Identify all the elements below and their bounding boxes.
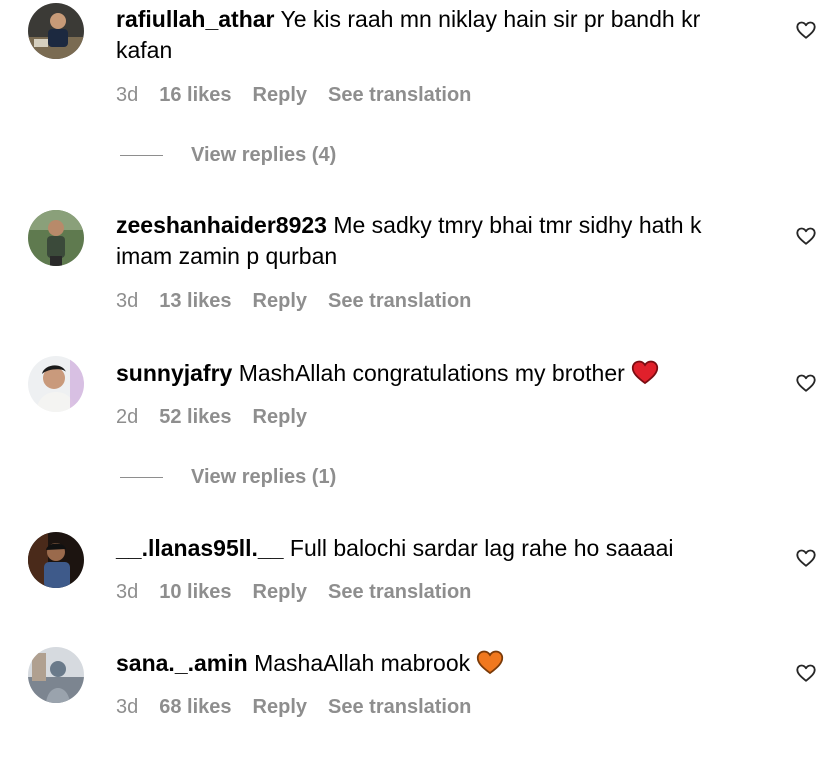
avatar[interactable] — [28, 3, 84, 59]
reply-button[interactable]: Reply — [253, 290, 307, 313]
view-replies-label[interactable]: View replies (4) — [191, 144, 336, 167]
avatar[interactable] — [28, 210, 84, 266]
comment-text: sana._.amin MashaAllah mabrook — [116, 648, 756, 679]
comment-time[interactable]: 2d — [116, 406, 138, 429]
see-translation-button[interactable]: See translation — [328, 84, 471, 107]
see-translation-button[interactable]: See translation — [328, 696, 471, 719]
reply-button[interactable]: Reply — [253, 84, 307, 107]
username-link[interactable]: __.llanas95ll.__ — [116, 535, 284, 561]
view-replies[interactable]: View replies (1) — [120, 466, 336, 489]
reply-button[interactable]: Reply — [253, 581, 307, 604]
red-heart-emoji — [631, 360, 658, 385]
reply-button[interactable]: Reply — [253, 406, 307, 429]
likes-count[interactable]: 13 likes — [159, 290, 231, 313]
username-link[interactable]: rafiullah_athar — [116, 6, 275, 32]
heart-outline-icon[interactable] — [795, 662, 817, 684]
likes-count[interactable]: 52 likes — [159, 406, 231, 429]
reply-button[interactable]: Reply — [253, 696, 307, 719]
heart-outline-icon[interactable] — [795, 372, 817, 394]
view-replies-label[interactable]: View replies (1) — [191, 466, 336, 489]
comment-text: __.llanas95ll.__ Full balochi sardar lag… — [116, 533, 756, 564]
comment-body: MashAllah congratulations my brother — [238, 360, 625, 386]
likes-count[interactable]: 10 likes — [159, 581, 231, 604]
comment-body: Full balochi sardar lag rahe ho saaaai — [289, 535, 674, 561]
heart-outline-icon[interactable] — [795, 225, 817, 247]
heart-outline-icon[interactable] — [795, 19, 817, 41]
view-replies[interactable]: View replies (4) — [120, 144, 336, 167]
avatar[interactable] — [28, 356, 84, 412]
username-link[interactable]: sana._.amin — [116, 650, 248, 676]
comment-text: rafiullah_athar Ye kis raah mn niklay ha… — [116, 4, 756, 66]
divider-line — [120, 155, 163, 156]
comment-time[interactable]: 3d — [116, 581, 138, 604]
see-translation-button[interactable]: See translation — [328, 290, 471, 313]
avatar[interactable] — [28, 647, 84, 703]
likes-count[interactable]: 16 likes — [159, 84, 231, 107]
comment-time[interactable]: 3d — [116, 84, 138, 107]
heart-outline-icon[interactable] — [795, 547, 817, 569]
see-translation-button[interactable]: See translation — [328, 581, 471, 604]
divider-line — [120, 477, 163, 478]
orange-heart-emoji — [477, 650, 504, 675]
username-link[interactable]: zeeshanhaider8923 — [116, 212, 327, 238]
comment-text: sunnyjafry MashAllah congratulations my … — [116, 358, 756, 389]
username-link[interactable]: sunnyjafry — [116, 360, 232, 386]
avatar[interactable] — [28, 532, 84, 588]
likes-count[interactable]: 68 likes — [159, 696, 231, 719]
comment-time[interactable]: 3d — [116, 696, 138, 719]
comment-time[interactable]: 3d — [116, 290, 138, 313]
comment-body: MashaAllah mabrook — [254, 650, 471, 676]
comment-text: zeeshanhaider8923 Me sadky tmry bhai tmr… — [116, 210, 756, 272]
